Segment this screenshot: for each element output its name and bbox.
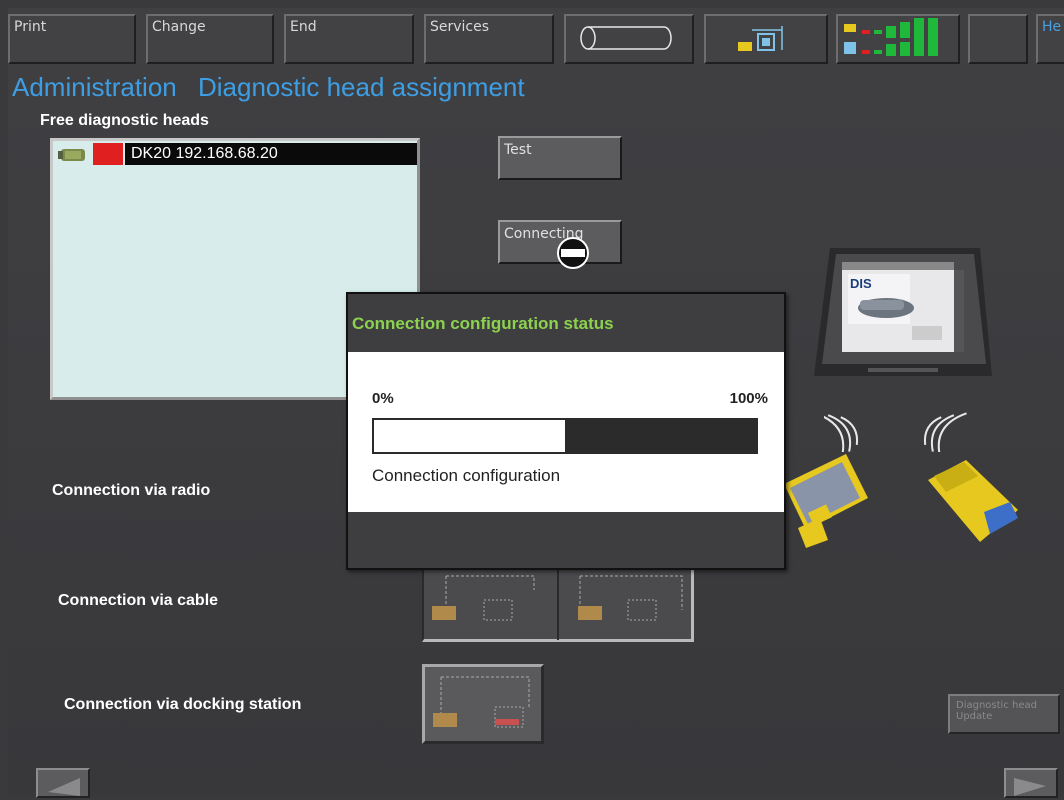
- services-label: Services: [430, 19, 490, 35]
- screen-title: Diagnostic head assignment: [197, 72, 525, 102]
- connection-status-dialog: Connection configuration status 0% 100% …: [346, 292, 786, 570]
- screen: Print Change End Services He Administrat…: [8, 8, 1064, 798]
- progress-min-label: 0%: [372, 390, 394, 407]
- print-label: Print: [14, 19, 47, 35]
- status-color-indicator: [93, 143, 123, 165]
- end-button[interactable]: End: [284, 14, 414, 64]
- change-label: Change: [152, 19, 206, 35]
- docking-connection-option[interactable]: [422, 664, 544, 744]
- cable-status-button[interactable]: [564, 14, 694, 64]
- progress-bar: [372, 418, 758, 454]
- dialog-body: 0% 100% Connection configuration: [348, 352, 784, 512]
- blank-toolbar-button[interactable]: [968, 14, 1028, 64]
- list-item[interactable]: DK20 192.168.68.20: [57, 143, 417, 165]
- radio-waves-icon: [824, 412, 967, 452]
- cable-cylinder-icon: [580, 26, 672, 50]
- left-arrow-icon: [48, 778, 80, 796]
- end-label: End: [290, 19, 317, 35]
- head-update-button[interactable]: Diagnostic head Update: [948, 694, 1060, 734]
- services-button[interactable]: Services: [424, 14, 554, 64]
- laptop-image: DIS: [814, 248, 992, 376]
- page-title: Administration Diagnostic head assignmen…: [12, 72, 539, 103]
- prev-page-button[interactable]: [36, 768, 90, 798]
- laptop-screen-label: DIS: [850, 276, 872, 291]
- help-button[interactable]: He: [1036, 14, 1064, 64]
- network-device-icon: [738, 26, 783, 51]
- section-title: Administration: [12, 72, 177, 102]
- diagnostic-head-icon: [58, 149, 85, 161]
- cable-connection-icon: [432, 570, 683, 640]
- radio-head-image: [784, 454, 868, 548]
- print-button[interactable]: Print: [8, 14, 136, 64]
- cable-connection-option[interactable]: [422, 568, 694, 642]
- signal-strength-icon: [844, 18, 938, 56]
- list-item-label: DK20 192.168.68.20: [131, 145, 278, 162]
- help-label: He: [1042, 19, 1062, 35]
- change-button[interactable]: Change: [146, 14, 274, 64]
- dialog-title: Connection configuration status: [352, 314, 614, 333]
- progress-fill: [374, 420, 565, 452]
- signal-status-button[interactable]: [836, 14, 960, 64]
- right-arrow-icon: [1014, 778, 1046, 796]
- cable-connection-label: Connection via cable: [58, 592, 219, 609]
- progress-status-text: Connection configuration: [372, 466, 561, 485]
- busy-cursor-icon: [557, 237, 589, 269]
- head-update-label: Diagnostic head Update: [956, 700, 1037, 722]
- test-label: Test: [504, 142, 532, 158]
- test-button[interactable]: Test: [498, 136, 622, 180]
- network-status-button[interactable]: [704, 14, 828, 64]
- free-heads-label: Free diagnostic heads: [40, 112, 209, 129]
- docking-station-icon: [433, 676, 530, 728]
- radio-head-image-2: [928, 460, 1018, 542]
- radio-connection-label: Connection via radio: [52, 482, 211, 499]
- next-page-button[interactable]: [1004, 768, 1058, 798]
- docking-connection-label: Connection via docking station: [64, 696, 302, 713]
- progress-max-label: 100%: [729, 390, 768, 407]
